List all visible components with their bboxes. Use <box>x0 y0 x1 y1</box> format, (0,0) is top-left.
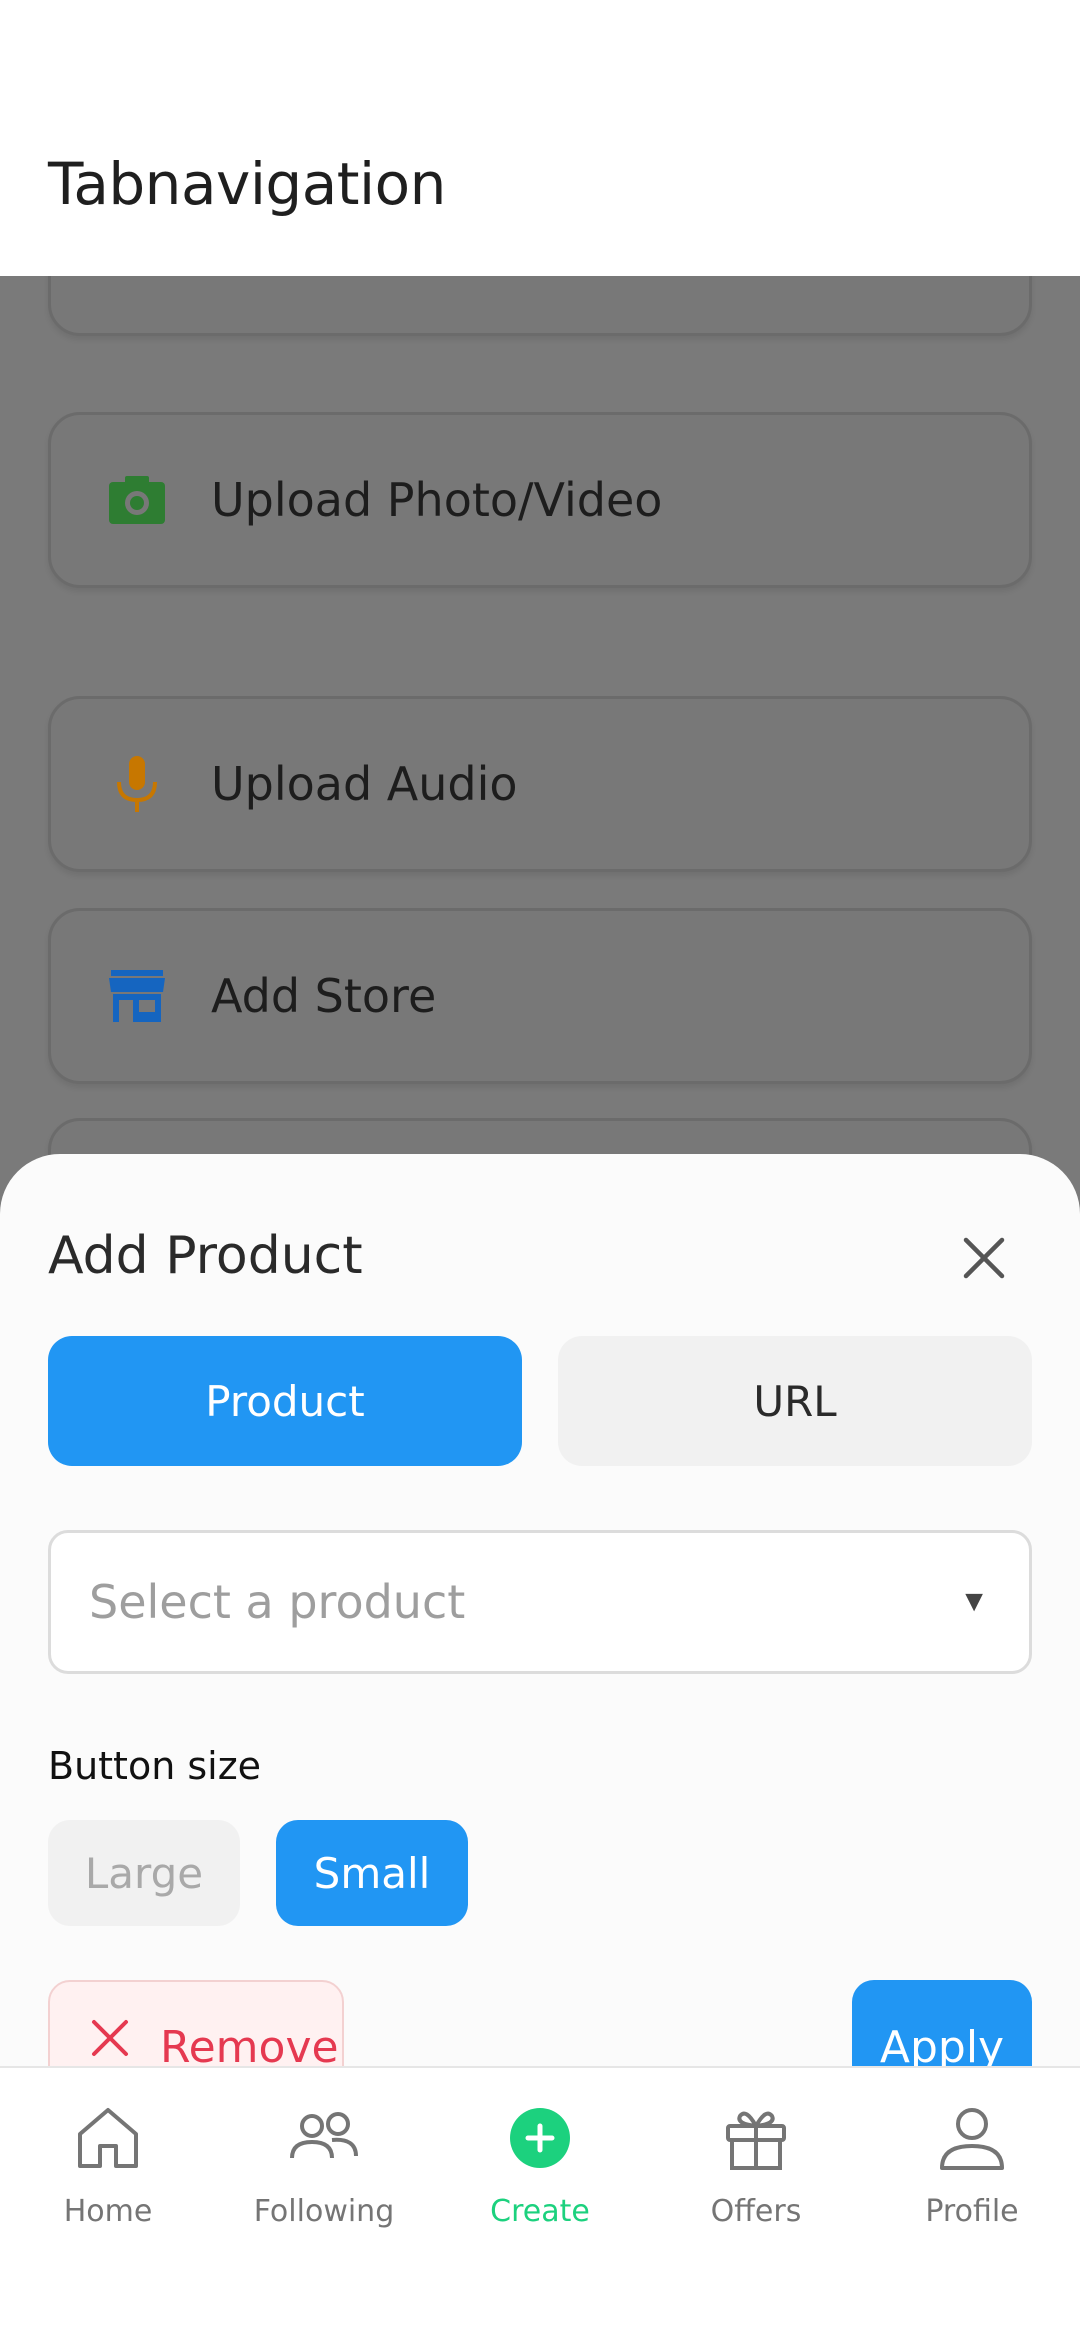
home-icon <box>78 2108 138 2168</box>
upload-audio-item[interactable]: Upload Audio <box>48 696 1032 872</box>
upload-photo-video-item[interactable]: Upload Photo/Video <box>48 412 1032 588</box>
tab-label: Profile <box>925 2194 1019 2229</box>
store-icon <box>109 970 165 1022</box>
camera-icon <box>109 476 165 524</box>
close-icon <box>92 2020 128 2056</box>
tab-label: Offers <box>710 2194 802 2229</box>
tab-label: Following <box>253 2194 395 2229</box>
chevron-down-icon: ▼ <box>959 1585 989 1618</box>
size-large-button[interactable]: Large <box>48 1820 240 1926</box>
plus-circle-icon <box>510 2108 570 2168</box>
tab-create[interactable]: Create <box>432 2088 648 2258</box>
list-item-label: Upload Audio <box>211 757 518 811</box>
list-item-label: Add Store <box>211 969 437 1023</box>
gift-icon <box>726 2111 786 2170</box>
app-header: Tabnavigation <box>0 0 1080 276</box>
close-icon <box>963 1237 1005 1279</box>
product-select[interactable]: Select a product ▼ <box>48 1530 1032 1674</box>
list-item-partial-top[interactable] <box>48 276 1032 336</box>
tab-home[interactable]: Home <box>0 2088 216 2258</box>
page-title: Tabnavigation <box>48 150 446 218</box>
tab-offers[interactable]: Offers <box>648 2088 864 2258</box>
button-size-label: Button size <box>48 1744 262 1788</box>
sheet-title: Add Product <box>48 1226 363 1286</box>
user-icon <box>940 2108 1004 2170</box>
add-store-item[interactable]: Add Store <box>48 908 1032 1084</box>
list-item-label: Upload Photo/Video <box>211 473 663 527</box>
tab-product[interactable]: Product <box>48 1336 522 1466</box>
microphone-icon <box>117 756 157 812</box>
close-button[interactable] <box>950 1224 1018 1292</box>
tab-label: Home <box>63 2194 153 2229</box>
bottom-tab-bar: Home Following Create Offers Profile <box>0 2066 1080 2340</box>
tab-profile[interactable]: Profile <box>864 2088 1080 2258</box>
size-small-button[interactable]: Small <box>276 1820 468 1926</box>
tab-label: Create <box>490 2194 590 2229</box>
people-icon <box>290 2112 358 2159</box>
tab-url[interactable]: URL <box>558 1336 1032 1466</box>
select-placeholder: Select a product <box>89 1575 466 1629</box>
tab-following[interactable]: Following <box>216 2088 432 2258</box>
